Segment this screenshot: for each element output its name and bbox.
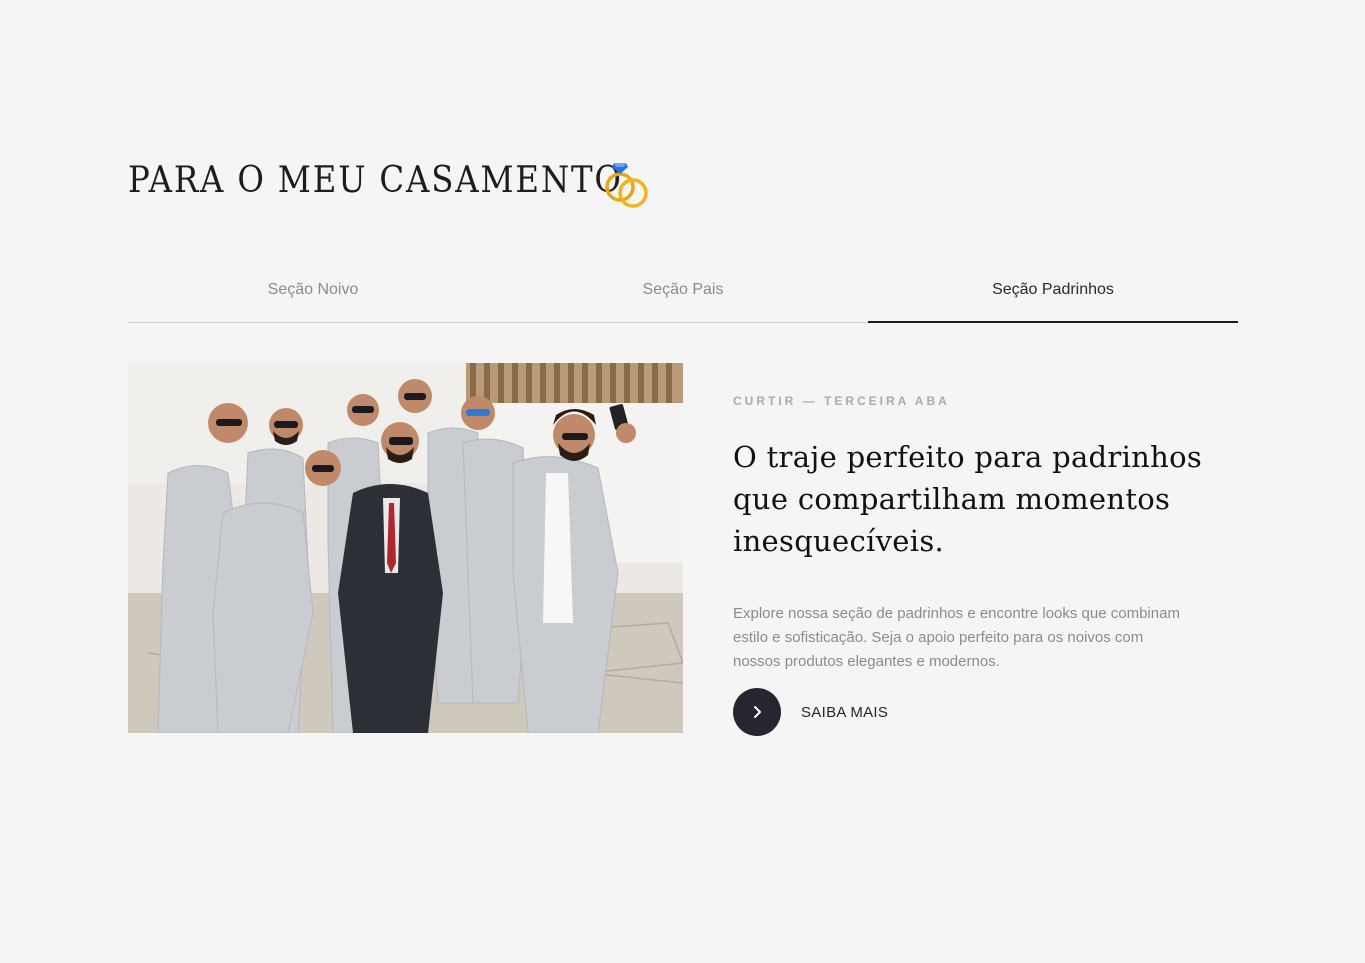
saiba-mais-button[interactable]: SAIBA MAIS bbox=[733, 688, 888, 736]
tab-secao-padrinhos[interactable]: Seção Padrinhos bbox=[868, 270, 1238, 323]
tab-secao-noivo[interactable]: Seção Noivo bbox=[128, 270, 498, 322]
page-title: PARA O MEU CASAMENTO bbox=[128, 160, 623, 201]
cta-circle[interactable] bbox=[733, 688, 781, 736]
tab-bar: Seção Noivo Seção Pais Seção Padrinhos bbox=[128, 270, 1238, 323]
content-headline: O traje perfeito para padrinhos que comp… bbox=[733, 440, 1203, 558]
eyebrow-label: CURTIR — TERCEIRA ABA bbox=[733, 394, 950, 408]
tab-secao-pais[interactable]: Seção Pais bbox=[498, 270, 868, 322]
chevron-right-icon bbox=[754, 706, 761, 718]
content-description: Explore nossa seção de padrinhos e encon… bbox=[733, 605, 1180, 670]
cta-label[interactable]: SAIBA MAIS bbox=[801, 704, 888, 721]
tab-content: CURTIR — TERCEIRA ABA O traje perfeito p… bbox=[733, 390, 1213, 674]
wedding-rings-icon bbox=[605, 163, 648, 208]
groomsmen-photo bbox=[128, 363, 683, 733]
